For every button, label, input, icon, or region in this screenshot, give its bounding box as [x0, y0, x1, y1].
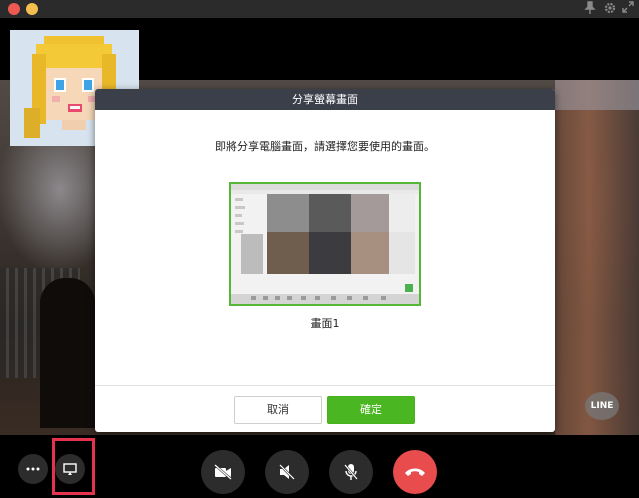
- screen-share-highlight: [52, 438, 95, 495]
- dialog-title: 分享螢幕畫面: [95, 89, 555, 110]
- confirm-button[interactable]: 確定: [327, 396, 415, 424]
- dialog-footer: 取消 確定: [95, 385, 555, 432]
- call-controls: [0, 435, 639, 498]
- pin-icon[interactable]: [584, 1, 596, 19]
- expand-icon[interactable]: [622, 1, 634, 17]
- cancel-button[interactable]: 取消: [234, 396, 322, 424]
- screen-thumbnail: [231, 184, 419, 304]
- speaker-toggle-button[interactable]: [265, 450, 309, 494]
- background-person: [40, 278, 95, 428]
- mic-toggle-button[interactable]: [329, 450, 373, 494]
- gear-icon[interactable]: [603, 1, 617, 19]
- end-call-icon: [405, 468, 425, 476]
- more-icon: [26, 467, 40, 471]
- line-watermark: LINE: [585, 392, 619, 420]
- speaker-mute-icon: [279, 464, 295, 480]
- dialog-message: 即將分享電腦畫面，請選擇您要使用的畫面。: [215, 140, 435, 153]
- more-options-button[interactable]: [18, 454, 48, 484]
- video-toggle-button[interactable]: [201, 450, 245, 494]
- title-bar: [0, 0, 639, 18]
- background-wall: [555, 80, 639, 435]
- end-call-button[interactable]: [393, 450, 437, 494]
- share-screen-dialog: 分享螢幕畫面 即將分享電腦畫面，請選擇您要使用的畫面。 畫面1 取消 確定: [95, 89, 555, 432]
- video-off-icon: [214, 464, 232, 480]
- screen-option-label: 畫面1: [310, 317, 340, 330]
- mic-mute-icon: [344, 464, 358, 480]
- close-window-button[interactable]: [8, 3, 20, 15]
- minimize-window-button[interactable]: [26, 3, 38, 15]
- background-window: [555, 80, 639, 110]
- screen-option-1[interactable]: [229, 182, 421, 306]
